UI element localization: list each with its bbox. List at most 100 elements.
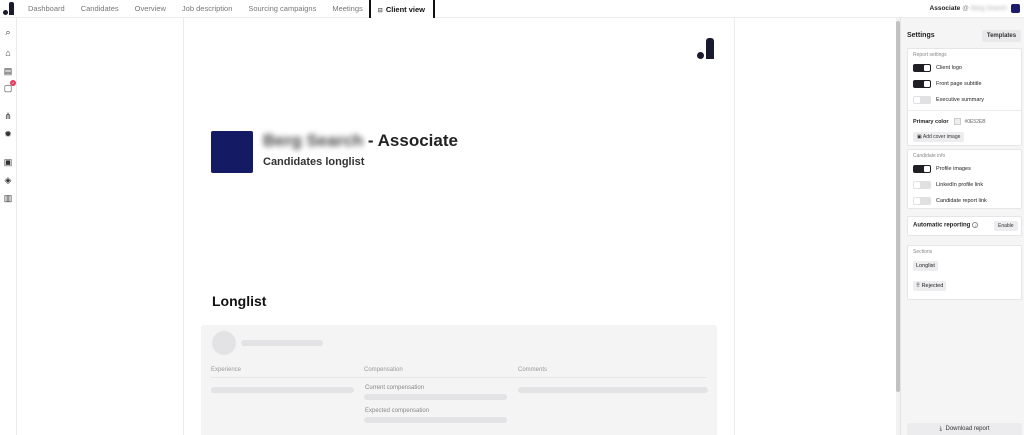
client-logo-toggle[interactable]	[913, 63, 931, 72]
tab-overview[interactable]: Overview	[135, 0, 166, 18]
brand-logo-dot	[697, 52, 704, 59]
nav-tabs: Dashboard Candidates Overview Job descri…	[28, 0, 451, 21]
report-brand-logo	[697, 38, 717, 60]
client-logo-label: Client logo	[936, 64, 962, 71]
app-logo[interactable]	[3, 2, 15, 16]
tab-job-description[interactable]: Job description	[182, 0, 232, 18]
at-sign: @	[962, 5, 969, 12]
download-icon: ⤓	[939, 426, 943, 432]
experience-label: Experience	[211, 367, 242, 373]
settings-panel: Settings Templates Report settings Clien…	[900, 18, 1024, 435]
section-longlist[interactable]: Longlist	[913, 261, 938, 271]
network-icon[interactable]: ⋔	[2, 110, 14, 122]
add-cover-image-button[interactable]: ▣ Add cover image	[913, 132, 965, 142]
profile-images-label: Profile images	[936, 165, 971, 172]
card-divider	[211, 377, 707, 378]
tasks-icon[interactable]: ▢ 2	[2, 80, 16, 94]
briefcase-icon[interactable]: ▣	[2, 156, 14, 168]
expected-compensation-label: Expected compensation	[365, 408, 430, 414]
tab-candidates[interactable]: Candidates	[81, 0, 119, 18]
report-title: Berg Search - Associate	[263, 131, 458, 151]
name-placeholder	[241, 340, 323, 346]
templates-button[interactable]: Templates	[982, 30, 1021, 42]
report-company-name: Berg Search	[263, 131, 364, 150]
client-view-icon: ⊟	[377, 8, 383, 14]
tab-sourcing-campaigns[interactable]: Sourcing campaigns	[248, 0, 316, 18]
enable-automatic-reporting-button[interactable]: Enable	[994, 221, 1018, 231]
logo-bar	[9, 2, 14, 15]
add-cover-image-label: Add cover image	[922, 134, 961, 140]
candidate-report-link-row: Candidate report link	[913, 196, 987, 205]
image-icon: ▣	[917, 134, 922, 140]
executive-summary-label: Executive summary	[936, 96, 984, 103]
box-separator	[908, 110, 1021, 111]
notification-badge: 2	[10, 80, 16, 86]
candidate-report-link-label: Candidate report link	[936, 197, 987, 204]
section-rejected[interactable]: ⠿ Rejected	[913, 281, 947, 291]
toggle-knob	[914, 197, 920, 204]
user-role: Associate	[929, 5, 961, 12]
client-logo-image	[211, 131, 253, 173]
candidate-info-title: Candidate info	[913, 153, 946, 159]
profile-images-row: Profile images	[913, 164, 971, 173]
current-compensation-label: Current compensation	[365, 385, 425, 391]
linkedin-link-row: LinkedIn profile link	[913, 180, 983, 189]
automatic-reporting-box: Automatic reporting i Enable	[907, 216, 1022, 236]
report-settings-box: Report settings Client logo Front page s…	[907, 48, 1022, 146]
primary-color-value[interactable]: #0E52EB	[964, 119, 985, 125]
logo-dot	[3, 10, 8, 15]
tab-dashboard[interactable]: Dashboard	[28, 0, 65, 18]
compensation-label: Compensation	[364, 367, 403, 373]
toggle-knob	[924, 64, 930, 71]
candidate-report-link-toggle[interactable]	[913, 196, 931, 205]
comments-placeholder	[518, 387, 708, 393]
tab-client-view-label: Client view	[385, 5, 425, 14]
building-icon[interactable]: ▥	[2, 192, 14, 204]
brand-logo-bar	[706, 38, 714, 59]
user-company: Berg Search	[970, 5, 1007, 12]
company-avatar	[1011, 4, 1020, 13]
front-page-subtitle-toggle[interactable]	[913, 79, 931, 88]
toggle-knob	[914, 96, 920, 103]
report-settings-title: Report settings	[913, 52, 947, 58]
bug-icon[interactable]: ✹	[2, 128, 14, 140]
tag-icon[interactable]: ◈	[2, 174, 14, 186]
executive-summary-toggle[interactable]	[913, 95, 931, 104]
primary-color-swatch[interactable]	[954, 118, 962, 125]
sections-box: Sections Longlist ⠿ Rejected	[907, 245, 1022, 300]
sections-title: Sections	[913, 249, 933, 255]
toggle-knob	[924, 80, 930, 87]
settings-title: Settings	[907, 32, 935, 39]
report-preview: Berg Search - Associate Candidates longl…	[183, 18, 735, 435]
account-menu[interactable]: Associate @ Berg Search	[930, 4, 1020, 13]
toggle-knob	[914, 181, 920, 188]
tab-meetings[interactable]: Meetings	[332, 0, 362, 18]
client-logo-row: Client logo	[913, 63, 962, 72]
top-nav: Dashboard Candidates Overview Job descri…	[0, 0, 1024, 21]
longlist-heading: Longlist	[212, 293, 267, 309]
linkedin-link-toggle[interactable]	[913, 180, 931, 189]
experience-placeholder	[211, 387, 354, 393]
avatar-placeholder	[212, 331, 236, 355]
home-icon[interactable]: ⌂	[2, 47, 14, 59]
section-rejected-label: Rejected	[921, 283, 944, 289]
current-compensation-placeholder	[364, 394, 507, 400]
sidebar: ⌕ ⌂ ▤ ▢ 2 ⋔ ✹ ▣ ◈ ▥	[0, 18, 17, 435]
comments-label: Comments	[518, 367, 548, 373]
download-report-button[interactable]: ⤓ Download report	[907, 423, 1022, 435]
toggle-knob	[924, 165, 930, 172]
expected-compensation-placeholder	[364, 417, 507, 423]
search-icon[interactable]: ⌕	[2, 26, 14, 38]
automatic-reporting-text: Automatic reporting	[913, 222, 971, 229]
profile-images-toggle[interactable]	[913, 164, 931, 173]
app: Dashboard Candidates Overview Job descri…	[0, 0, 1024, 435]
report-subtitle: Candidates longlist	[263, 156, 365, 168]
info-icon[interactable]: i	[972, 222, 979, 228]
front-page-subtitle-row: Front page subtitle	[913, 79, 982, 88]
candidate-info-box: Candidate info Profile images LinkedIn p…	[907, 149, 1022, 209]
report-title-suffix: - Associate	[363, 131, 458, 150]
automatic-reporting-label: Automatic reporting i	[913, 222, 979, 229]
drag-handle-icon: ⠿	[916, 283, 921, 289]
candidate-card: Experience Compensation Comments Current…	[201, 325, 717, 435]
chat-icon[interactable]: ▤	[2, 65, 14, 77]
